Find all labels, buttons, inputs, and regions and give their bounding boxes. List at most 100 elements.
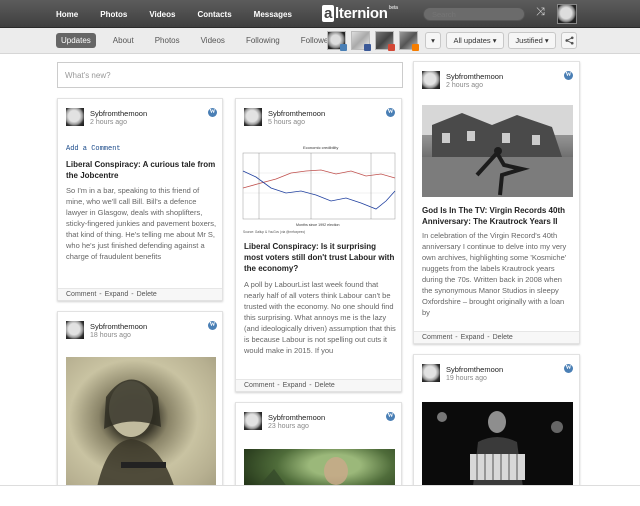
- post-card: Sybfromthemoon 18 hours ago W: [57, 311, 223, 491]
- author-name[interactable]: Sybfromthemoon: [446, 72, 503, 81]
- account-badge-icon: [340, 44, 347, 51]
- composer-placeholder: What's new?: [65, 71, 111, 80]
- chart-title: Economic credibility: [303, 145, 338, 150]
- main-nav: Home Photos Videos Contacts Messages: [56, 0, 314, 28]
- profile-toolbar: Updates About Photos Videos Following Fo…: [0, 28, 640, 54]
- author-name[interactable]: Sybfromthemoon: [268, 413, 325, 422]
- expand-button[interactable]: Expand: [105, 291, 129, 298]
- post-card: Sybfromthemoon 2 hours ago W Add a Comme…: [57, 98, 223, 301]
- share-button[interactable]: [561, 32, 577, 49]
- filter-dropdown[interactable]: All updates ▾: [446, 32, 504, 49]
- facebook-badge-icon: [364, 44, 371, 51]
- connected-account-1[interactable]: [327, 31, 347, 51]
- search-input[interactable]: [423, 7, 525, 21]
- post-title[interactable]: God Is In The TV: Virgin Records 40th An…: [422, 205, 574, 227]
- tab-updates[interactable]: Updates: [56, 33, 96, 48]
- nav-contacts[interactable]: Contacts: [197, 10, 231, 19]
- site-logo[interactable]: a lternionbeta: [322, 5, 398, 22]
- economic-credibility-chart: Economic credibility Months since 1992 e…: [242, 145, 396, 234]
- separator: -: [275, 382, 282, 389]
- wordpress-icon: W: [208, 108, 217, 117]
- post-time: 19 hours ago: [446, 375, 487, 382]
- separator: -: [307, 382, 314, 389]
- chart-source: Source: Gallup & YouGov (via @mrfoxpeec): [243, 230, 305, 234]
- connected-account-4[interactable]: [399, 31, 419, 51]
- vintage-portrait-illustration: [96, 379, 176, 490]
- post-card: Sybfromthemoon 2 hours ago W God Is In T…: [413, 61, 580, 344]
- nav-videos[interactable]: Videos: [149, 10, 175, 19]
- add-comment-link[interactable]: Add a Comment: [66, 145, 121, 153]
- share-icon: [564, 36, 574, 45]
- blogger-badge-icon: [412, 44, 419, 51]
- wordpress-icon: W: [386, 108, 395, 117]
- nav-messages[interactable]: Messages: [254, 10, 292, 19]
- user-avatar[interactable]: [557, 4, 577, 24]
- logo-beta: beta: [388, 5, 398, 11]
- top-navigation-bar: Home Photos Videos Contacts Messages a lt…: [0, 0, 640, 28]
- post-image[interactable]: [422, 105, 573, 197]
- post-actions: Comment - Expand - Delete: [58, 288, 222, 300]
- author-avatar[interactable]: [422, 71, 440, 89]
- wordpress-icon: W: [564, 364, 573, 373]
- comment-button[interactable]: Comment: [244, 382, 274, 389]
- post-image[interactable]: [66, 357, 216, 490]
- post-time: 2 hours ago: [446, 82, 483, 89]
- post-actions: Comment - Expand - Delete: [414, 331, 579, 343]
- separator: -: [129, 291, 136, 298]
- nav-home[interactable]: Home: [56, 10, 78, 19]
- author-name[interactable]: Sybfromthemoon: [446, 365, 503, 374]
- post-time: 18 hours ago: [90, 332, 131, 339]
- post-excerpt: So I'm in a bar, speaking to this friend…: [66, 186, 217, 261]
- expand-button[interactable]: Expand: [461, 334, 485, 341]
- page-bottom-edge: [0, 485, 640, 506]
- shuffle-icon[interactable]: ⤨: [536, 6, 545, 19]
- nav-photos[interactable]: Photos: [100, 10, 127, 19]
- logo-letter: a: [322, 5, 335, 22]
- author-avatar[interactable]: [66, 321, 84, 339]
- chart-caption: Months since 1992 election: [296, 223, 340, 227]
- post-excerpt: In celebration of the Virgin Record's 40…: [422, 231, 567, 317]
- post-title[interactable]: Liberal Conspiracy: Is it surprising mos…: [244, 241, 396, 274]
- wordpress-icon: W: [208, 321, 217, 330]
- status-composer[interactable]: What's new?: [57, 62, 403, 88]
- tab-following[interactable]: Following: [242, 34, 284, 47]
- post-time: 5 hours ago: [268, 119, 305, 126]
- accordion-player-photo-illustration: [437, 411, 563, 493]
- comment-button[interactable]: Comment: [66, 291, 96, 298]
- connected-account-2[interactable]: [351, 31, 371, 51]
- tab-about[interactable]: About: [109, 34, 138, 47]
- separator: -: [485, 334, 492, 341]
- profile-tabs: Updates About Photos Videos Following Fo…: [56, 33, 352, 48]
- delete-button[interactable]: Delete: [493, 334, 513, 341]
- post-image[interactable]: [422, 402, 573, 493]
- connected-account-3[interactable]: [375, 31, 395, 51]
- author-avatar[interactable]: [422, 364, 440, 382]
- delete-button[interactable]: Delete: [315, 382, 335, 389]
- post-time: 23 hours ago: [268, 423, 309, 430]
- wordpress-icon: W: [564, 71, 573, 80]
- layout-dropdown[interactable]: Justified ▾: [508, 32, 556, 49]
- author-name[interactable]: Sybfromthemoon: [90, 322, 147, 331]
- expand-button[interactable]: Expand: [283, 382, 307, 389]
- comment-button[interactable]: Comment: [422, 334, 452, 341]
- author-avatar[interactable]: [244, 412, 262, 430]
- author-avatar[interactable]: [244, 108, 262, 126]
- wordpress-icon: W: [386, 412, 395, 421]
- tab-videos[interactable]: Videos: [197, 34, 229, 47]
- delete-button[interactable]: Delete: [137, 291, 157, 298]
- tab-photos[interactable]: Photos: [151, 34, 184, 47]
- logo-text: lternion: [335, 5, 388, 22]
- author-avatar[interactable]: [66, 108, 84, 126]
- post-title[interactable]: Liberal Conspiracy: A curious tale from …: [66, 159, 216, 181]
- author-name[interactable]: Sybfromthemoon: [268, 109, 325, 118]
- author-name[interactable]: Sybfromthemoon: [90, 109, 147, 118]
- more-accounts-button[interactable]: ▾: [425, 32, 441, 49]
- separator: -: [97, 291, 104, 298]
- google-plus-badge-icon: [388, 44, 395, 51]
- separator: -: [453, 334, 460, 341]
- post-actions: Comment - Expand - Delete: [236, 379, 401, 391]
- post-excerpt: A poll by LabourList last week found tha…: [244, 280, 396, 355]
- post-chart-image[interactable]: Economic credibility Months since 1992 e…: [241, 143, 397, 235]
- post-time: 2 hours ago: [90, 119, 127, 126]
- post-card: Sybfromthemoon 19 hours ago W: [413, 354, 580, 494]
